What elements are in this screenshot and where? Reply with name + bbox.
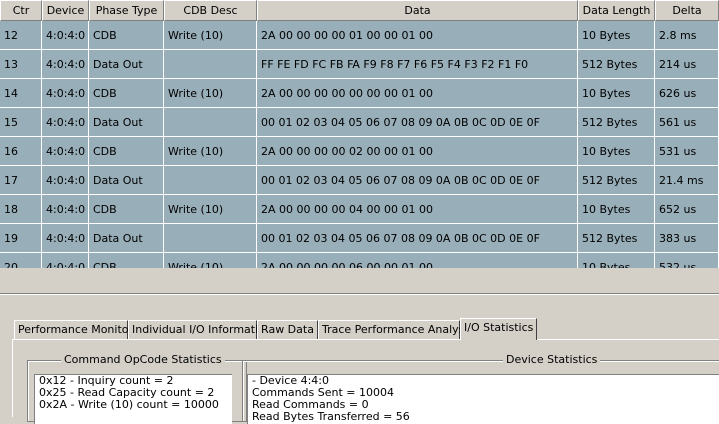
list-item: Read Bytes Transferred = 56 xyxy=(252,410,410,423)
col-header-ctr[interactable]: Ctr xyxy=(0,0,42,21)
grid-rows: 12 4:0:4:0 CDB Write (10) 2A 00 00 00 00 01 … xyxy=(0,21,719,268)
table-row[interactable]: 16 4:0:4:0 CDB Write (10) 2A 00 00 00 00 02 … xyxy=(0,137,719,166)
cell-device: 4:0:4:0 xyxy=(42,79,89,108)
opcode-stats-group: Command OpCode Statistics 0x12 - Inquiry… xyxy=(27,353,247,424)
opcode-stats-title: Command OpCode Statistics xyxy=(61,353,225,366)
cell-data-length: 512 Bytes xyxy=(578,108,655,137)
cell-delta: 626 us xyxy=(655,79,719,108)
cell-delta: 21.4 ms xyxy=(655,166,719,195)
cell-ctr: 13 xyxy=(0,50,42,79)
device-stats-group: Device Statistics - Device 4:4:0 Command… xyxy=(242,353,719,424)
cell-delta: 561 us xyxy=(655,108,719,137)
cell-delta: 2.8 ms xyxy=(655,21,719,50)
cell-ctr: 19 xyxy=(0,224,42,253)
col-header-cdb-desc[interactable]: CDB Desc xyxy=(164,0,257,21)
cell-device: 4:0:4:0 xyxy=(42,108,89,137)
cell-ctr: 15 xyxy=(0,108,42,137)
cell-phase-type: CDB xyxy=(89,21,164,50)
cell-cdb-desc: Write (10) xyxy=(164,21,257,50)
cell-device: 4:0:4:0 xyxy=(42,50,89,79)
cell-cdb-desc xyxy=(164,166,257,195)
col-header-phase-type[interactable]: Phase Type xyxy=(89,0,164,21)
cell-data-length: 10 Bytes xyxy=(578,137,655,166)
io-statistics-panel: Command OpCode Statistics 0x12 - Inquiry… xyxy=(12,339,719,424)
cell-delta: 652 us xyxy=(655,195,719,224)
cell-ctr: 18 xyxy=(0,195,42,224)
col-header-data-length[interactable]: Data Length xyxy=(578,0,655,21)
cell-cdb-desc xyxy=(164,224,257,253)
cell-phase-type: CDB xyxy=(89,79,164,108)
cell-data-length: 10 Bytes xyxy=(578,253,655,268)
cell-ctr: 12 xyxy=(0,21,42,50)
cell-data: 2A 00 00 00 00 06 00 00 01 00 xyxy=(257,253,578,268)
cell-device: 4:0:4:0 xyxy=(42,224,89,253)
splitter[interactable] xyxy=(0,293,719,295)
table-row[interactable]: 19 4:0:4:0 Data Out 00 01 02 03 04 05 06 07… xyxy=(0,224,719,253)
cell-device: 4:0:4:0 xyxy=(42,21,89,50)
cell-cdb-desc: Write (10) xyxy=(164,137,257,166)
tab-performance-monitors[interactable]: Performance Monitors xyxy=(14,320,139,339)
cell-data-length: 512 Bytes xyxy=(578,224,655,253)
col-header-data[interactable]: Data xyxy=(257,0,578,21)
cell-data-length: 10 Bytes xyxy=(578,21,655,50)
splitter-area xyxy=(0,268,719,294)
tab-trace-performance-analysis[interactable]: Trace Performance Analysis xyxy=(318,320,473,339)
tab-individual-io-information[interactable]: Individual I/O Information xyxy=(128,320,272,339)
cell-delta: 531 us xyxy=(655,137,719,166)
tab-strip: Performance Monitors Individual I/O Info… xyxy=(0,318,719,340)
table-row[interactable]: 12 4:0:4:0 CDB Write (10) 2A 00 00 00 00 01 … xyxy=(0,21,719,50)
list-item: 0x2A - Write (10) count = 10000 xyxy=(39,398,219,411)
trace-grid[interactable]: Ctr Device Phase Type CDB Desc Data Data… xyxy=(0,0,719,268)
cell-data-length: 512 Bytes xyxy=(578,166,655,195)
cell-ctr: 14 xyxy=(0,79,42,108)
cell-device: 4:0:4:0 xyxy=(42,137,89,166)
cell-data: 00 01 02 03 04 05 06 07 08 09 0A 0B 0C 0… xyxy=(257,224,578,253)
cell-cdb-desc: Write (10) xyxy=(164,195,257,224)
grid-header: Ctr Device Phase Type CDB Desc Data Data… xyxy=(0,0,719,21)
cell-phase-type: CDB xyxy=(89,253,164,268)
cell-data: 2A 00 00 00 00 04 00 00 01 00 xyxy=(257,195,578,224)
cell-data: 2A 00 00 00 00 00 00 00 01 00 xyxy=(257,79,578,108)
cell-data: 00 01 02 03 04 05 06 07 08 09 0A 0B 0C 0… xyxy=(257,166,578,195)
cell-ctr: 16 xyxy=(0,137,42,166)
cell-phase-type: Data Out xyxy=(89,50,164,79)
cell-data: 2A 00 00 00 00 01 00 00 01 00 xyxy=(257,21,578,50)
cell-phase-type: Data Out xyxy=(89,224,164,253)
cell-data: FF FE FD FC FB FA F9 F8 F7 F6 F5 F4 F3 F… xyxy=(257,50,578,79)
cell-delta: 383 us xyxy=(655,224,719,253)
cell-cdb-desc: Write (10) xyxy=(164,79,257,108)
table-row[interactable]: 17 4:0:4:0 Data Out 00 01 02 03 04 05 06 07… xyxy=(0,166,719,195)
cell-device: 4:0:4:0 xyxy=(42,166,89,195)
table-row[interactable]: 15 4:0:4:0 Data Out 00 01 02 03 04 05 06 07… xyxy=(0,108,719,137)
cell-phase-type: Data Out xyxy=(89,108,164,137)
cell-phase-type: Data Out xyxy=(89,166,164,195)
cell-cdb-desc: Write (10) xyxy=(164,253,257,268)
cell-cdb-desc xyxy=(164,50,257,79)
col-header-device[interactable]: Device xyxy=(42,0,89,21)
table-row[interactable]: 18 4:0:4:0 CDB Write (10) 2A 00 00 00 00 04 … xyxy=(0,195,719,224)
cell-delta: 214 us xyxy=(655,50,719,79)
cell-device: 4:0:4:0 xyxy=(42,253,89,268)
cell-data-length: 512 Bytes xyxy=(578,50,655,79)
device-stats-title: Device Statistics xyxy=(503,353,601,366)
table-row[interactable]: 20 4:0:4:0 CDB Write (10) 2A 00 00 00 00 06 … xyxy=(0,253,719,268)
cell-device: 4:0:4:0 xyxy=(42,195,89,224)
cell-cdb-desc xyxy=(164,108,257,137)
tab-raw-data[interactable]: Raw Data xyxy=(257,320,318,339)
cell-data-length: 10 Bytes xyxy=(578,79,655,108)
cell-phase-type: CDB xyxy=(89,137,164,166)
cell-delta: 532 us xyxy=(655,253,719,268)
cell-ctr: 17 xyxy=(0,166,42,195)
cell-data: 2A 00 00 00 00 02 00 00 01 00 xyxy=(257,137,578,166)
cell-data-length: 10 Bytes xyxy=(578,195,655,224)
cell-phase-type: CDB xyxy=(89,195,164,224)
cell-ctr: 20 xyxy=(0,253,42,268)
tab-io-statistics[interactable]: I/O Statistics xyxy=(460,318,537,340)
col-header-delta[interactable]: Delta xyxy=(655,0,719,21)
cell-data: 00 01 02 03 04 05 06 07 08 09 0A 0B 0C 0… xyxy=(257,108,578,137)
table-row[interactable]: 14 4:0:4:0 CDB Write (10) 2A 00 00 00 00 00 … xyxy=(0,79,719,108)
table-row[interactable]: 13 4:0:4:0 Data Out FF FE FD FC FB FA F9 F8… xyxy=(0,50,719,79)
